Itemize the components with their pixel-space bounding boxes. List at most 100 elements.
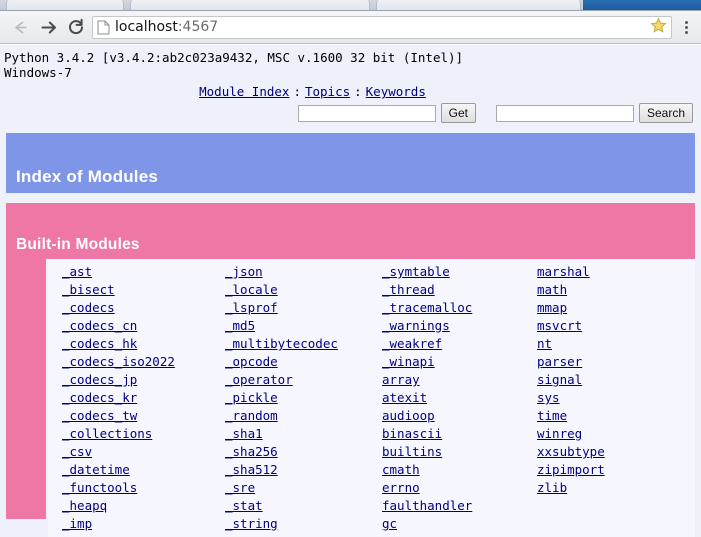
module-link[interactable]: _sha512 xyxy=(225,461,368,479)
module-link[interactable]: math xyxy=(537,281,673,299)
module-link[interactable]: builtins xyxy=(382,443,523,461)
module-link[interactable]: _codecs xyxy=(62,299,211,317)
module-link[interactable]: _codecs_cn xyxy=(62,317,211,335)
module-link[interactable]: _sre xyxy=(225,479,368,497)
module-link[interactable]: _heapq xyxy=(62,497,211,515)
module-link[interactable]: _codecs_iso2022 xyxy=(62,353,211,371)
module-link[interactable]: parser xyxy=(537,353,673,371)
forward-button[interactable] xyxy=(34,13,62,41)
module-column-4: marshal math mmap msvcrt nt parser signal sys ti… xyxy=(523,263,673,533)
module-link[interactable]: cmath xyxy=(382,461,523,479)
module-link[interactable]: _json xyxy=(225,263,368,281)
module-link[interactable]: _symtable xyxy=(382,263,523,281)
module-link[interactable]: msvcrt xyxy=(537,317,673,335)
module-link[interactable]: signal xyxy=(537,371,673,389)
three-dot-menu-icon xyxy=(684,20,688,34)
module-link[interactable]: _warnings xyxy=(382,317,523,335)
module-link[interactable]: _functools xyxy=(62,479,211,497)
builtin-modules-section: _ast _bisect _codecs _codecs_cn _codecs_hk _c… xyxy=(6,259,695,537)
url-host: localhost xyxy=(115,18,178,35)
module-link[interactable]: _codecs_kr xyxy=(62,389,211,407)
python-version-block: Python 3.4.2 [v3.4.2:ab2c023a9432, MSC v… xyxy=(0,45,701,80)
module-link[interactable]: array xyxy=(382,371,523,389)
url-port: :4567 xyxy=(177,18,219,35)
back-button[interactable] xyxy=(6,13,34,41)
module-link[interactable]: _codecs_tw xyxy=(62,407,211,425)
module-link[interactable]: marshal xyxy=(537,263,673,281)
reload-icon xyxy=(67,18,85,36)
link-topics[interactable]: Topics xyxy=(305,84,350,99)
module-link[interactable]: errno xyxy=(382,479,523,497)
module-link[interactable]: _winapi xyxy=(382,353,523,371)
module-link[interactable]: _codecs_hk xyxy=(62,335,211,353)
module-link[interactable]: _codecs_jp xyxy=(62,371,211,389)
get-button[interactable]: Get xyxy=(440,103,476,123)
module-link[interactable]: _locale xyxy=(225,281,368,299)
module-link[interactable]: _stat xyxy=(225,497,368,515)
module-link[interactable]: time xyxy=(537,407,673,425)
builtin-modules-title: Built-in Modules xyxy=(16,236,140,253)
module-link[interactable]: _md5 xyxy=(225,317,368,335)
index-of-modules-banner: Index of Modules xyxy=(6,133,695,193)
address-bar-url: localhost:4567 xyxy=(115,18,219,35)
get-form: Get xyxy=(297,103,476,123)
bookmark-star-button[interactable] xyxy=(649,17,668,39)
module-list-table: _ast _bisect _codecs _codecs_cn _codecs_hk _c… xyxy=(48,259,695,537)
module-link[interactable]: _opcode xyxy=(225,353,368,371)
module-link[interactable]: _csv xyxy=(62,443,211,461)
page-content: Python 3.4.2 [v3.4.2:ab2c023a9432, MSC v… xyxy=(0,45,701,537)
link-module-index[interactable]: Module Index xyxy=(199,84,289,99)
python-version-line: Python 3.4.2 [v3.4.2:ab2c023a9432, MSC v… xyxy=(4,50,464,65)
get-input[interactable] xyxy=(297,104,436,122)
module-link[interactable]: xxsubtype xyxy=(537,443,673,461)
module-link[interactable]: zlib xyxy=(537,479,673,497)
nav-separator: : xyxy=(293,84,301,99)
module-column-3: _symtable _thread _tracemalloc _warnings _we… xyxy=(368,263,523,533)
three-dot-menu-button[interactable] xyxy=(677,13,695,41)
module-link[interactable]: _sha256 xyxy=(225,443,368,461)
search-form: Search xyxy=(495,103,693,123)
module-link[interactable]: faulthandler xyxy=(382,497,523,515)
module-link[interactable]: _collections xyxy=(62,425,211,443)
module-link[interactable]: binascii xyxy=(382,425,523,443)
module-link[interactable]: _ast xyxy=(62,263,211,281)
module-link[interactable]: _datetime xyxy=(62,461,211,479)
nav-separator: : xyxy=(354,84,362,99)
module-link[interactable]: zipimport xyxy=(537,461,673,479)
module-link[interactable]: _random xyxy=(225,407,368,425)
bookmark-star-icon xyxy=(650,17,667,39)
module-link[interactable]: mmap xyxy=(537,299,673,317)
module-column-1: _ast _bisect _codecs _codecs_cn _codecs_hk _c… xyxy=(48,263,211,533)
link-keywords[interactable]: Keywords xyxy=(366,84,426,99)
module-link[interactable]: _thread xyxy=(382,281,523,299)
tab-strip xyxy=(0,0,701,11)
module-link[interactable]: atexit xyxy=(382,389,523,407)
module-link[interactable]: nt xyxy=(537,335,673,353)
page-document-icon xyxy=(97,20,110,35)
module-link[interactable]: audioop xyxy=(382,407,523,425)
index-of-modules-title: Index of Modules xyxy=(16,167,159,186)
platform-line: Windows-7 xyxy=(4,65,72,80)
module-link[interactable]: _operator xyxy=(225,371,368,389)
module-link[interactable]: gc xyxy=(382,515,523,533)
search-forms-row: Get Search xyxy=(0,99,701,123)
section-gutter xyxy=(6,259,46,519)
browser-window: localhost:4567 Python 3.4.2 [v3.4.2:ab2c… xyxy=(0,0,701,537)
module-link[interactable]: _sha1 xyxy=(225,425,368,443)
module-link[interactable]: _weakref xyxy=(382,335,523,353)
module-link[interactable]: _lsprof xyxy=(225,299,368,317)
module-link[interactable]: _pickle xyxy=(225,389,368,407)
module-link[interactable]: _bisect xyxy=(62,281,211,299)
module-link[interactable]: _multibytecodec xyxy=(225,335,368,353)
search-input[interactable] xyxy=(495,104,634,122)
address-bar[interactable]: localhost:4567 xyxy=(92,15,672,39)
reload-button[interactable] xyxy=(62,13,90,41)
module-link[interactable]: _imp xyxy=(62,515,211,533)
module-link[interactable]: sys xyxy=(537,389,673,407)
builtin-modules-banner: Built-in Modules xyxy=(6,203,695,259)
module-link[interactable]: _string xyxy=(225,515,368,533)
search-button[interactable]: Search xyxy=(638,103,693,123)
module-link[interactable]: _tracemalloc xyxy=(382,299,523,317)
module-link[interactable]: winreg xyxy=(537,425,673,443)
back-arrow-icon xyxy=(12,19,29,36)
